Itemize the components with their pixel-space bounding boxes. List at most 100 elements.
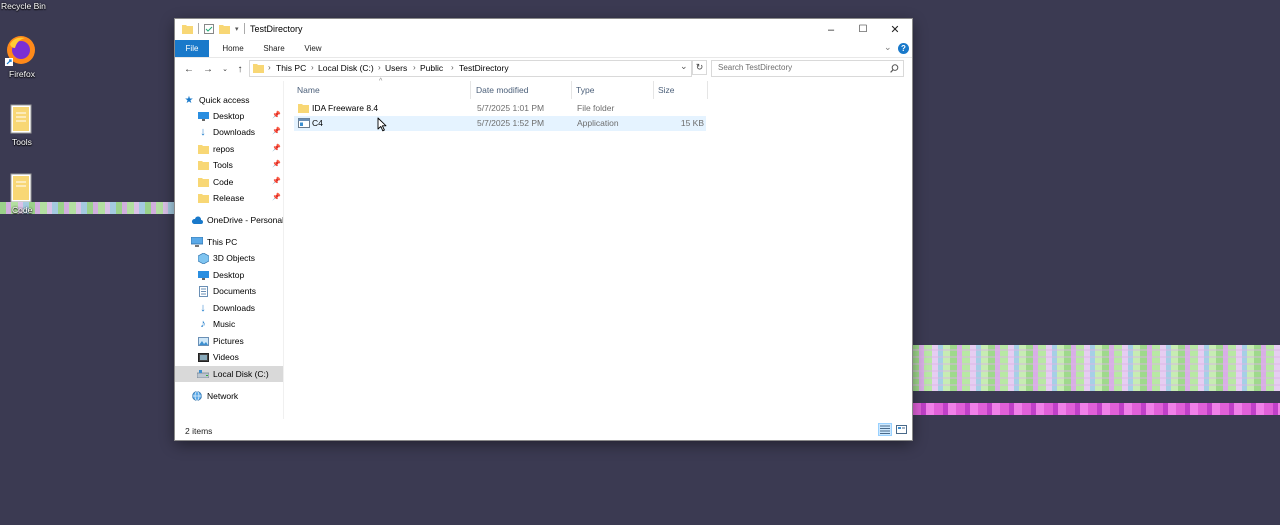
tab-share[interactable]: Share — [257, 40, 291, 57]
sidebar-item-pc-desktop[interactable]: Desktop — [197, 267, 305, 283]
breadcrumb-public[interactable]: Public — [420, 63, 443, 73]
folder-icon — [197, 144, 209, 155]
help-icon[interactable]: ? — [898, 43, 909, 54]
sidebar-item-label: Music — [213, 319, 236, 329]
render-artifact — [912, 403, 1280, 415]
sidebar-item-music[interactable]: ♪ Music — [197, 316, 305, 332]
address-bar[interactable]: › This PC › Local Disk (C:) › Users › Pu… — [249, 60, 692, 77]
breadcrumb-local-disk[interactable]: Local Disk (C:) — [318, 63, 374, 73]
folder-icon — [182, 24, 193, 34]
breadcrumb-testdirectory[interactable]: TestDirectory — [459, 63, 509, 73]
pin-icon[interactable]: 📌 — [272, 160, 281, 168]
new-folder-icon[interactable] — [219, 24, 230, 34]
documents-icon — [197, 285, 209, 297]
minimize-button[interactable]: – — [814, 19, 848, 40]
divider — [198, 23, 199, 34]
sidebar-item-3d-objects[interactable]: 3D Objects — [197, 250, 305, 266]
sidebar-item-videos[interactable]: Videos — [197, 349, 305, 365]
3d-objects-icon — [197, 252, 209, 264]
pin-icon[interactable]: 📌 — [272, 127, 281, 135]
large-icons-view-icon[interactable] — [894, 423, 908, 436]
text-file-icon[interactable] — [10, 173, 32, 205]
column-header-type[interactable]: Type — [572, 81, 654, 99]
forward-arrow-icon[interactable]: → — [200, 61, 216, 77]
sidebar-item-label: Local Disk (C:) — [213, 369, 269, 379]
up-arrow-icon[interactable]: ↑ — [232, 61, 248, 77]
sidebar-item-label: Release — [213, 193, 245, 203]
desktop-icon-label-code[interactable]: Code — [12, 205, 32, 215]
sidebar-item-downloads[interactable]: ↓ Downloads 📌 — [175, 124, 283, 140]
close-button[interactable]: ✕ — [878, 19, 912, 40]
status-bar: 2 items — [175, 419, 912, 440]
sidebar-item-pictures[interactable]: Pictures — [197, 333, 305, 349]
chevron-right-icon[interactable]: › — [268, 63, 271, 72]
table-row[interactable]: IDA Freeware 8.4 5/7/2025 1:01 PM File f… — [294, 101, 706, 116]
chevron-down-icon[interactable]: ▾ — [235, 25, 239, 33]
chevron-right-icon[interactable]: › — [413, 63, 416, 72]
sidebar-item-pc-downloads[interactable]: ↓ Downloads — [197, 300, 305, 316]
application-icon — [298, 118, 310, 128]
desktop-icon-label-tools[interactable]: Tools — [12, 137, 32, 147]
sidebar-item-label: Quick access — [199, 95, 250, 105]
sidebar-item-label: Desktop — [213, 270, 245, 280]
quick-access-toolbar: ▾ — [182, 23, 245, 34]
sidebar-item-desktop[interactable]: Desktop 📌 — [175, 108, 283, 124]
sidebar-item-quick-access[interactable]: ★ Quick access — [183, 92, 291, 108]
sidebar-item-local-disk[interactable]: Local Disk (C:) — [175, 366, 283, 382]
tab-view[interactable]: View — [297, 40, 329, 57]
column-header-size[interactable]: Size — [654, 81, 708, 99]
chevron-down-icon[interactable]: ⌄ — [217, 61, 233, 77]
column-header-date-modified[interactable]: Date modified — [472, 81, 572, 99]
chevron-right-icon[interactable]: › — [451, 63, 454, 72]
chevron-right-icon[interactable]: › — [378, 63, 381, 72]
breadcrumb-users[interactable]: Users — [385, 63, 407, 73]
sidebar-item-label: Documents — [213, 286, 256, 296]
videos-icon — [197, 352, 209, 363]
sidebar-item-release[interactable]: Release 📌 — [175, 190, 283, 206]
chevron-down-icon[interactable]: ⌄ — [884, 42, 892, 53]
folder-icon — [253, 64, 264, 73]
tab-home[interactable]: Home — [217, 40, 249, 57]
sidebar-item-code[interactable]: Code 📌 — [175, 174, 283, 190]
properties-icon[interactable] — [204, 23, 214, 34]
navigation-pane: ★ Quick access Desktop 📌 ↓ Downloads 📌 r… — [175, 81, 285, 419]
back-arrow-icon[interactable]: ← — [181, 61, 197, 77]
pictures-icon — [197, 336, 209, 347]
drive-icon — [197, 369, 209, 380]
desktop-icon — [197, 270, 209, 281]
desktop-icon-label-recycle-bin[interactable]: Recycle Bin — [1, 1, 46, 11]
folder-icon — [298, 104, 309, 113]
text-file-icon[interactable] — [10, 104, 32, 136]
sidebar-item-label: Code — [213, 177, 234, 187]
firefox-icon[interactable] — [5, 34, 37, 68]
search-input[interactable]: Search TestDirectory — [711, 60, 904, 77]
file-date: 5/7/2025 1:01 PM — [477, 103, 545, 113]
breadcrumb-this-pc[interactable]: This PC — [276, 63, 306, 73]
sidebar-item-repos[interactable]: repos 📌 — [175, 141, 283, 157]
pin-icon[interactable]: 📌 — [272, 144, 281, 152]
column-header-name[interactable]: Name — [293, 81, 471, 99]
desktop-icon-label-firefox[interactable]: Firefox — [9, 69, 35, 79]
file-name: IDA Freeware 8.4 — [312, 103, 379, 113]
file-name: C4 — [312, 118, 323, 128]
search-icon[interactable] — [890, 64, 899, 73]
sidebar-item-label: Videos — [213, 352, 239, 362]
sidebar-item-documents[interactable]: Documents — [197, 283, 305, 299]
pin-icon[interactable]: 📌 — [272, 111, 281, 119]
title-bar[interactable]: ▾ TestDirectory – ☐ ✕ — [175, 19, 912, 40]
chevron-down-icon[interactable]: ⌄ — [680, 61, 688, 72]
render-artifact — [912, 345, 1280, 391]
maximize-button[interactable]: ☐ — [846, 19, 880, 40]
tab-file[interactable]: File — [175, 40, 209, 57]
folder-icon — [197, 193, 209, 204]
pin-icon[interactable]: 📌 — [272, 193, 281, 201]
downloads-icon: ↓ — [200, 302, 206, 314]
table-row[interactable]: C4 5/7/2025 1:52 PM Application 15 KB — [294, 116, 706, 131]
refresh-icon[interactable]: ↻ — [692, 60, 707, 75]
file-type: Application — [577, 118, 619, 128]
sidebar-item-tools[interactable]: Tools 📌 — [175, 157, 283, 173]
chevron-right-icon[interactable]: › — [311, 63, 314, 72]
sidebar-item-label: Downloads — [213, 303, 256, 313]
details-view-icon[interactable] — [878, 423, 892, 436]
pin-icon[interactable]: 📌 — [272, 177, 281, 185]
